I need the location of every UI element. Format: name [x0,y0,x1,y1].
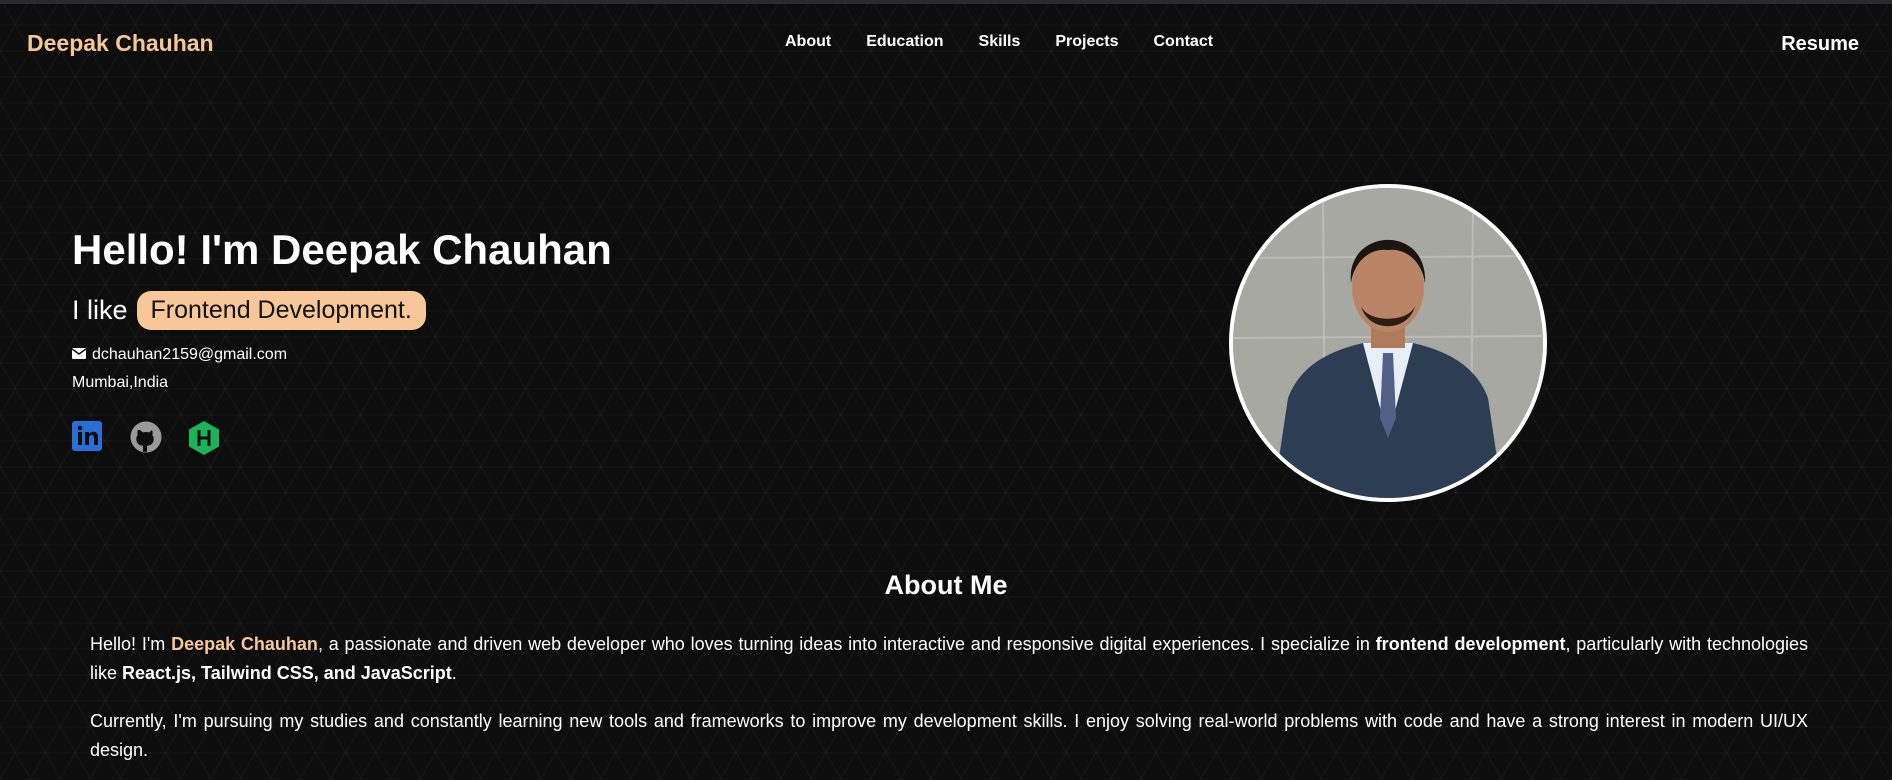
about-text: , a passionate and driven web developer … [317,634,1376,654]
email-text[interactable]: dchauhan2159@gmail.com [92,346,287,364]
github-icon[interactable] [130,421,162,453]
resume-button[interactable]: Resume [1781,33,1859,56]
site-header: Deepak Chauhan About Education Skills Pr… [0,0,1892,90]
linkedin-icon[interactable] [72,421,104,453]
nav-link-skills[interactable]: Skills [979,33,1021,51]
about-name-highlight: Deepak Chauhan [171,634,318,654]
hero-tagline: I like Frontend Development. [72,291,426,330]
envelope-icon [71,346,92,364]
brand-logo[interactable]: Deepak Chauhan [27,30,214,57]
about-text: . [451,663,457,683]
nav-link-contact[interactable]: Contact [1154,33,1214,51]
profile-photo [1229,184,1547,502]
nav-link-about[interactable]: About [785,33,831,51]
tagline-prefix: I like [72,295,128,325]
hero-title: Hello! I'm Deepak Chauhan [72,226,612,273]
nav-link-education[interactable]: Education [866,33,943,51]
tagline-highlight: Frontend Development. [136,291,426,330]
about-paragraph-2: Currently, I'm pursuing my studies and c… [90,711,1808,760]
about-text: Hello! I'm [90,634,172,654]
about-paragraph-1: Hello! I'm Deepak Chauhan, a passionate … [90,630,1808,688]
main-nav: About Education Skills Projects Contact [785,33,1248,51]
email-row: dchauhan2159@gmail.com [71,346,287,364]
about-tech-list: React.js, Tailwind CSS, and JavaScript [122,663,452,683]
social-links [72,421,220,455]
hackerrank-icon[interactable] [188,421,220,455]
location-text: Mumbai,India [72,374,169,391]
about-section-title: About Me [884,570,1008,600]
nav-link-projects[interactable]: Projects [1055,33,1118,51]
about-bold-text: frontend development [1375,634,1566,654]
